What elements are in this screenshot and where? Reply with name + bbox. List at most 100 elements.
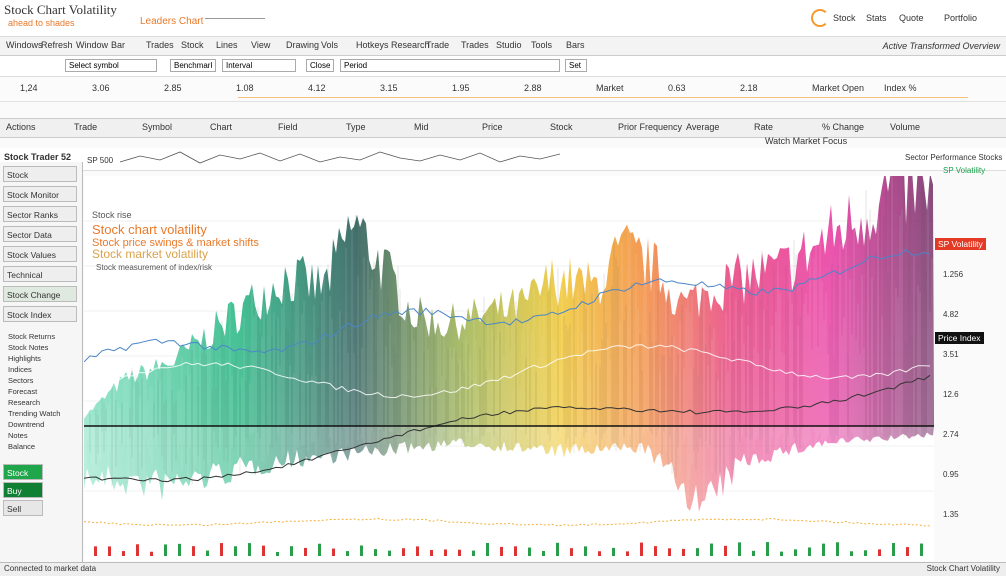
header-link-1[interactable]: Stock [833,13,856,23]
interval-input[interactable] [222,59,296,72]
column-header-7[interactable]: Price [482,122,503,132]
chart-caption: Stock rise [92,210,132,220]
sidebar-button-buy[interactable]: Buy [3,482,43,498]
volume-bar [122,551,125,556]
stat-value-6: 1.95 [452,83,470,93]
menu-item-9[interactable]: Vols [321,40,338,50]
symbol-input[interactable] [65,59,157,72]
stat-value-8: Market [596,83,624,93]
column-header-8[interactable]: Stock [550,122,573,132]
volume-bar [220,543,223,556]
menu-item-4[interactable]: Trades [146,40,174,50]
title-divider [205,18,265,19]
menu-item-14[interactable]: Studio [496,40,522,50]
volume-bar [794,549,797,556]
sidebar-item-2[interactable]: Sector Ranks [3,206,77,222]
sidebar-sub-item-1[interactable]: Stock Notes [8,343,48,352]
app-title: Stock Chart Volatility [4,2,117,17]
volume-bar [514,546,517,556]
menu-item-6[interactable]: Lines [216,40,238,50]
menu-item-5[interactable]: Stock [181,40,204,50]
column-header-2[interactable]: Symbol [142,122,172,132]
right-panel-title: Sector Performance Stocks [905,153,1003,162]
column-header-5[interactable]: Type [346,122,366,132]
stat-value-4: 4.12 [308,83,326,93]
sidebar-item-7[interactable]: Stock Index [3,306,77,322]
header-link-4[interactable]: Portfolio [944,13,977,23]
header-link-2[interactable]: Stats [866,13,887,23]
volume-bar [710,543,713,556]
header-link-3[interactable]: Quote [899,13,924,23]
menu-item-7[interactable]: View [251,40,270,50]
column-header-3[interactable]: Chart [210,122,232,132]
set-input[interactable] [565,59,587,72]
column-header: Actions Trade Symbol Chart Field Type Mid Price… [0,118,1006,138]
menu-item-2[interactable]: Window [76,40,108,50]
volume-bar [472,550,475,556]
close-input[interactable] [306,59,334,72]
sidebar-button-sell[interactable]: Sell [3,500,43,516]
period-input[interactable] [340,59,560,72]
right-panel-value-0: 1.256 [943,270,964,279]
right-panel-value-4: 2.74 [943,430,959,439]
sidebar-sub-item-2[interactable]: Highlights [8,354,41,363]
volume-bar [486,542,489,556]
column-header-1[interactable]: Trade [74,122,97,132]
menu-item-10[interactable]: Hotkeys [356,40,389,50]
right-panel-value-6: 1.35 [943,510,959,519]
sidebar-sub-item-6[interactable]: Research [8,398,40,407]
sidebar-item-6[interactable]: Stock Change [3,286,77,302]
sidebar-sub-item-3[interactable]: Indices [8,365,32,374]
sidebar-button-stock[interactable]: Stock [3,464,43,480]
column-header-12[interactable]: % Change [822,122,864,132]
stat-value-10: 2.18 [740,83,758,93]
column-header-13[interactable]: Volume [890,122,920,132]
right-panel-subtitle: SP Volatility [943,166,986,175]
volume-bar [864,550,867,556]
volume-bar [906,547,909,556]
menu-item-16[interactable]: Bars [566,40,585,50]
menu-item-1[interactable]: Refresh [41,40,73,50]
volume-bar [206,550,209,556]
sidebar-item-5[interactable]: Technical [3,266,77,282]
volume-bar [276,551,279,556]
menu-item-8[interactable]: Drawing [286,40,319,50]
sidebar-sub-item-0[interactable]: Stock Returns [8,332,55,341]
volatility-chart[interactable]: Stock rise Stock chart volatility Stock … [84,176,934,561]
benchmark-input[interactable] [170,59,216,72]
menu-item-11[interactable]: Research [391,40,430,50]
stat-value-9: 0.63 [668,83,686,93]
sidebar-sub-item-4[interactable]: Sectors [8,376,33,385]
menu-item-12[interactable]: Trade [426,40,449,50]
menu-item-3[interactable]: Bar [111,40,125,50]
sidebar-sub-item-9[interactable]: Notes [8,431,28,440]
sidebar-item-0[interactable]: Stock [3,166,77,182]
volume-bar [444,549,447,556]
sidebar-sub-item-7[interactable]: Trending Watch [8,409,60,418]
column-header-11[interactable]: Rate [754,122,773,132]
chart-line4: Stock measurement of index/risk [96,263,213,272]
menu-item-15[interactable]: Tools [531,40,552,50]
sidebar-sub-item-8[interactable]: Downtrend [8,420,44,429]
brand-logo-icon [811,9,829,27]
column-header-10[interactable]: Average [686,122,719,132]
volume-bar [738,542,741,556]
sidebar-item-4[interactable]: Stock Values [3,246,77,262]
menu-item-0[interactable]: Windows [6,40,43,50]
volume-bar [290,546,293,556]
right-panel-value-3: 12.6 [943,390,959,399]
stat-value-11: Market Open [812,83,865,93]
volume-bar [374,549,377,556]
sidebar-item-1[interactable]: Stock Monitor [3,186,77,202]
menu-item-13[interactable]: Trades [461,40,489,50]
column-header-6[interactable]: Mid [414,122,429,132]
column-header-9[interactable]: Prior Frequency [618,122,682,132]
sidebar-sub-item-5[interactable]: Forecast [8,387,37,396]
column-header-4[interactable]: Field [278,122,298,132]
right-tag-1[interactable]: SP Volatility [935,238,986,250]
column-header-0[interactable]: Actions [6,122,36,132]
volume-bar [654,546,657,556]
sidebar-sub-item-10[interactable]: Balance [8,442,35,451]
volume-bar [640,542,643,556]
sidebar-item-3[interactable]: Sector Data [3,226,77,242]
